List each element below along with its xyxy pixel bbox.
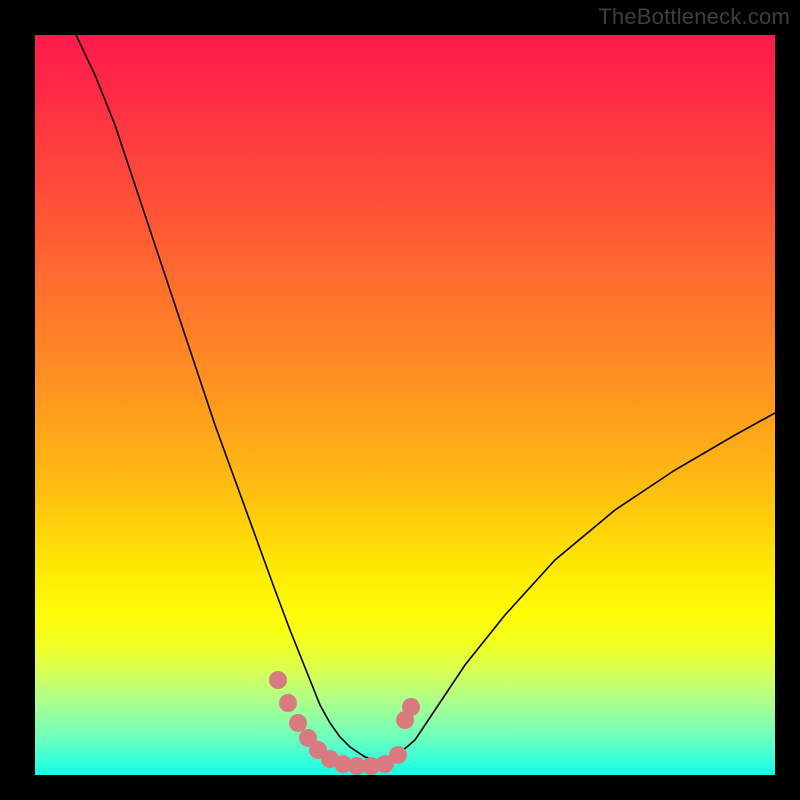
highlight-point — [279, 694, 297, 712]
highlight-point — [269, 671, 287, 689]
highlight-point — [389, 746, 407, 764]
chart-svg — [35, 35, 775, 775]
highlight-point — [289, 714, 307, 732]
bottleneck-curve — [76, 35, 775, 761]
highlight-point — [402, 698, 420, 716]
highlight-points-group — [269, 671, 420, 775]
chart-plot-area — [35, 35, 775, 775]
watermark-text: TheBottleneck.com — [598, 4, 790, 30]
